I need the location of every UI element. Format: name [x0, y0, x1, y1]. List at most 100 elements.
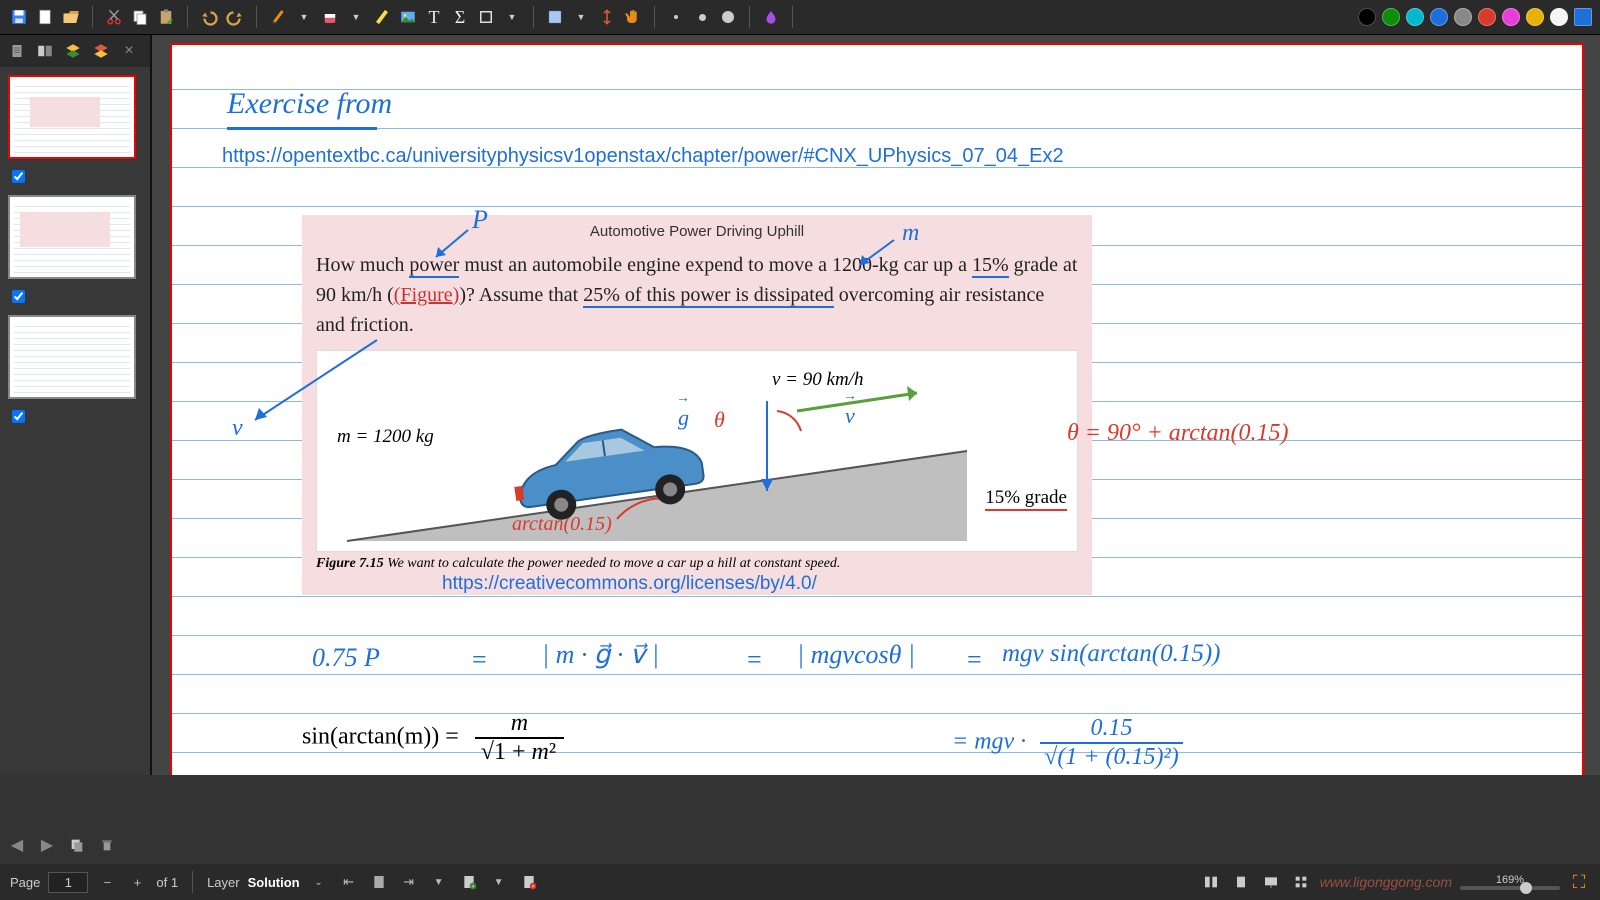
canvas-viewport[interactable]: /* lines generated below via JS would br…: [152, 35, 1600, 775]
hand-tool[interactable]: [622, 6, 644, 28]
save-button[interactable]: [8, 6, 30, 28]
goto-last[interactable]: ⇥: [398, 871, 420, 893]
thumbnails: [0, 67, 150, 443]
redo-button[interactable]: [224, 6, 246, 28]
view-cols[interactable]: [1200, 871, 1222, 893]
hand-title: Exercise from: [227, 87, 392, 121]
tab-single-page[interactable]: [4, 38, 30, 64]
zoom-slider[interactable]: [1460, 886, 1560, 890]
color-red[interactable]: [1478, 8, 1496, 26]
annot-v: v: [232, 415, 243, 442]
stroke-med[interactable]: [691, 6, 713, 28]
grade-label: 15% grade: [985, 487, 1067, 511]
math-tool[interactable]: Σ: [449, 6, 471, 28]
delete-page[interactable]: ×: [518, 871, 540, 893]
color-cyan[interactable]: [1406, 8, 1424, 26]
sidebar-panel: × ◀ ▶: [0, 35, 152, 775]
eq1-c: | mgvcosθ |: [797, 640, 915, 670]
eq1-b: | m · g⃗ · v⃗ |: [542, 640, 659, 670]
url-2: https://creativecommons.org/licenses/by/…: [442, 573, 817, 595]
eraser-dropdown[interactable]: ▼: [345, 6, 367, 28]
add-dropdown[interactable]: ▼: [488, 871, 510, 893]
color-palette: [1358, 8, 1592, 26]
view-grid[interactable]: [1290, 871, 1312, 893]
annot-m: m: [902, 220, 919, 247]
svg-text:+: +: [471, 884, 474, 890]
view-present[interactable]: [1260, 871, 1282, 893]
pdf-icon[interactable]: [368, 871, 390, 893]
eq1-eq3: =: [967, 645, 982, 675]
color-magenta[interactable]: [1502, 8, 1520, 26]
fullscreen-button[interactable]: ⛶: [1568, 871, 1590, 893]
view-single[interactable]: [1230, 871, 1252, 893]
tab-double-page[interactable]: [32, 38, 58, 64]
sidebar-tabbar: ×: [0, 35, 150, 67]
page-label: Page: [10, 875, 40, 890]
stroke-thick[interactable]: [717, 6, 739, 28]
select-dropdown[interactable]: ▼: [570, 6, 592, 28]
layer-label: Layer: [207, 875, 240, 890]
color-blue2[interactable]: [1574, 8, 1592, 26]
highlighter-tool[interactable]: [371, 6, 393, 28]
thumb-1-check[interactable]: [12, 170, 25, 183]
thumb-1[interactable]: [8, 75, 136, 159]
problem-embed: Automotive Power Driving Uphill How much…: [302, 215, 1092, 595]
image-tool[interactable]: [397, 6, 419, 28]
watermark: www.ligonggong.com: [1320, 874, 1452, 890]
color-blue[interactable]: [1430, 8, 1448, 26]
tab-layers[interactable]: [60, 38, 86, 64]
tab-annotations[interactable]: [88, 38, 114, 64]
copy-button[interactable]: [129, 6, 151, 28]
color-yellow[interactable]: [1526, 8, 1544, 26]
color-green[interactable]: [1382, 8, 1400, 26]
main-toolbar: ▼ ▼ T Σ ▼ ▼: [0, 0, 1600, 35]
paste-button[interactable]: [155, 6, 177, 28]
vel-label: v = 90 km/h: [772, 369, 863, 391]
page-plus[interactable]: +: [126, 871, 148, 893]
status-bar: Page − + of 1 Layer Solution ⌄ ⇤ ⇥ ▼ + ▼…: [0, 864, 1600, 900]
text-tool[interactable]: T: [423, 6, 445, 28]
eq3: = mgv · 0.15 √(1 + (0.15)²): [952, 715, 1183, 771]
undo-button[interactable]: [198, 6, 220, 28]
stroke-thin[interactable]: [665, 6, 687, 28]
tab-close[interactable]: ×: [116, 38, 142, 64]
vspace-tool[interactable]: [596, 6, 618, 28]
annot-theta: θ: [714, 407, 725, 433]
page-canvas: /* lines generated below via JS would br…: [170, 43, 1584, 775]
layer-dropdown[interactable]: ⌄: [308, 871, 330, 893]
color-black[interactable]: [1358, 8, 1376, 26]
cut-button[interactable]: [103, 6, 125, 28]
svg-text:×: ×: [531, 884, 534, 890]
thumb-3[interactable]: [8, 315, 136, 399]
page-minus[interactable]: −: [96, 871, 118, 893]
theta-equation: θ = 90° + arctan(0.15): [1067, 420, 1289, 447]
new-button[interactable]: [34, 6, 56, 28]
eraser-tool[interactable]: [319, 6, 341, 28]
pen-dropdown[interactable]: ▼: [293, 6, 315, 28]
title-underline: [227, 127, 377, 130]
eq1-eq1: =: [472, 645, 487, 675]
annot-g: g→: [678, 405, 689, 431]
thumb-3-check[interactable]: [12, 410, 25, 423]
fill-tool[interactable]: [760, 6, 782, 28]
thumb-2[interactable]: [8, 195, 136, 279]
layer-value[interactable]: Solution: [248, 875, 300, 890]
eq1-d: mgv sin(arctan(0.15)): [1002, 640, 1220, 668]
open-button[interactable]: [60, 6, 82, 28]
pen-tool[interactable]: [267, 6, 289, 28]
goto-first[interactable]: ⇤: [338, 871, 360, 893]
nav-dropdown[interactable]: ▼: [428, 871, 450, 893]
embed-figure: m = 1200 kg v = 90 km/h 15% grade: [316, 350, 1078, 552]
shape-tool[interactable]: [475, 6, 497, 28]
color-white[interactable]: [1550, 8, 1568, 26]
annot-vvec: v→: [845, 403, 855, 429]
url-1: https://opentextbc.ca/universityphysicsv…: [222, 145, 1064, 168]
embed-title: Automotive Power Driving Uphill: [302, 215, 1092, 240]
color-gray[interactable]: [1454, 8, 1472, 26]
select-rect-tool[interactable]: [544, 6, 566, 28]
thumb-2-check[interactable]: [12, 290, 25, 303]
add-page[interactable]: +: [458, 871, 480, 893]
annot-arctan-fig: arctan(0.15): [512, 513, 612, 536]
page-number-input[interactable]: [48, 872, 88, 893]
shape-dropdown[interactable]: ▼: [501, 6, 523, 28]
